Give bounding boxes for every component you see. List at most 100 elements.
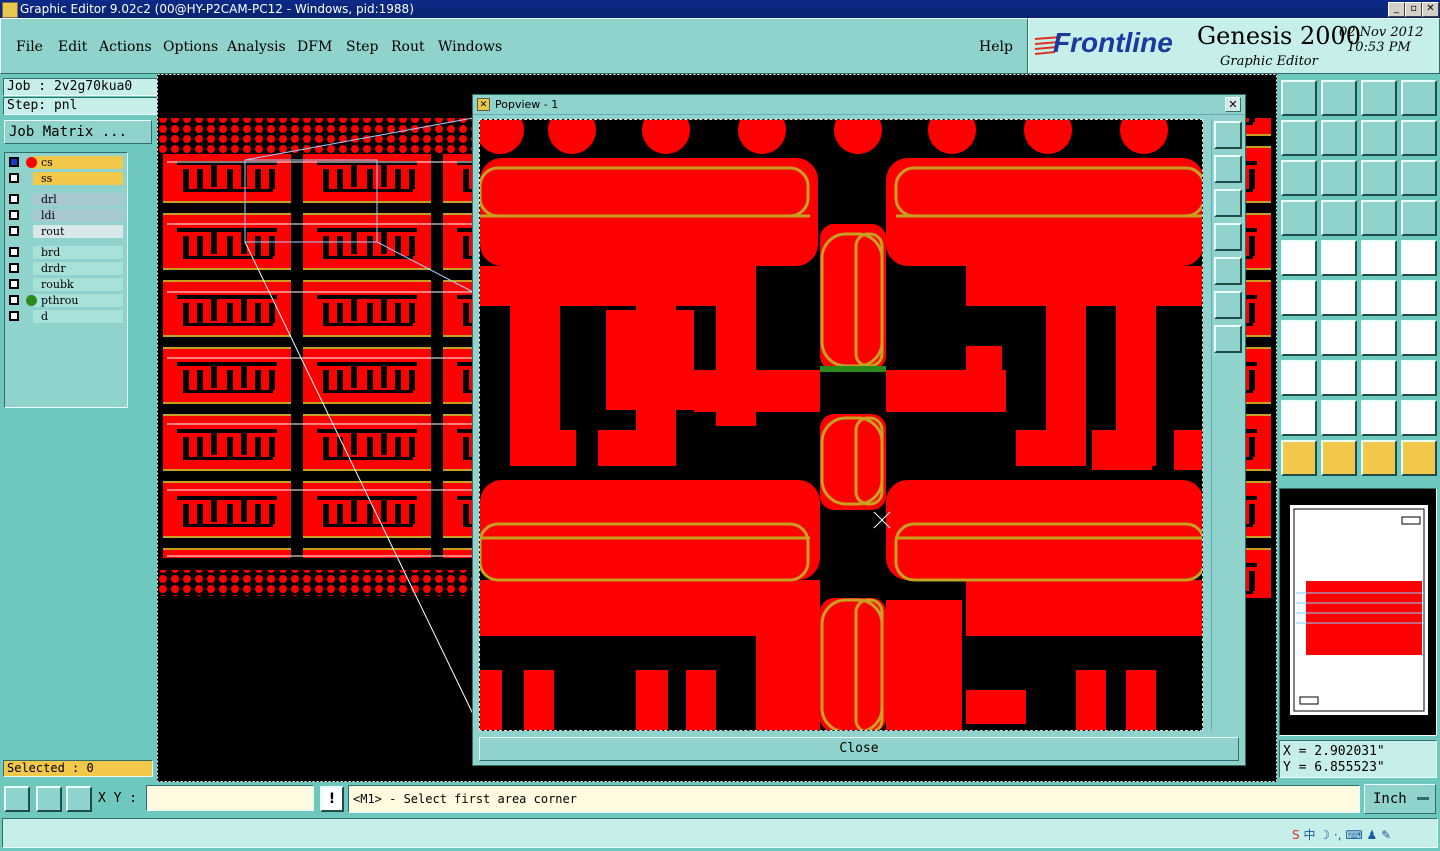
path-edit-icon[interactable] [1401,440,1437,476]
layer-compare-icon[interactable] [1361,200,1397,236]
pan-right-icon[interactable] [1321,120,1357,156]
pad-icon[interactable] [1401,240,1437,276]
layer-row-roubk[interactable]: roubk [8,278,123,291]
snap-grid-icon[interactable] [4,786,30,812]
layer-name[interactable]: ss [33,172,123,185]
undo-arc-icon[interactable] [1361,320,1397,356]
layer-checkbox[interactable] [9,194,19,204]
route-2-icon[interactable] [1401,400,1437,436]
draw-line-icon[interactable] [1281,320,1317,356]
popview-pan-up-icon[interactable] [1214,155,1242,183]
resize-icon[interactable] [1361,360,1397,396]
units-selector[interactable]: Inch [1364,784,1436,814]
layer-checkbox[interactable] [9,157,19,167]
help-icon[interactable] [1401,160,1437,196]
add-line-icon[interactable] [1361,280,1397,316]
pan-left-icon[interactable] [1281,120,1317,156]
layer-row-ss[interactable]: ss [8,172,123,185]
layer-checkbox[interactable] [9,247,19,257]
layer-name[interactable]: d [33,310,123,323]
layer-name[interactable]: rout [33,225,123,238]
maximize-button[interactable]: ▫ [1405,2,1422,17]
menu-help[interactable]: Help [979,39,1013,55]
grid-icon[interactable] [1321,200,1357,236]
layer-row-cs[interactable]: cs [8,156,123,169]
layer-name[interactable]: cs [33,156,123,169]
fit-profile-icon[interactable] [1321,160,1357,196]
layer-name[interactable]: drdr [33,262,123,275]
menu-edit[interactable]: Edit [58,39,87,55]
select-box-icon[interactable] [1321,440,1357,476]
menu-windows[interactable]: Windows [438,39,502,55]
layer-compare-2-icon[interactable] [1401,200,1437,236]
layer-row-drl[interactable]: drl [8,193,123,206]
popview-pan-down-icon[interactable] [1214,189,1242,217]
snap-cross-icon[interactable] [66,786,92,812]
fit-all-icon[interactable] [1281,160,1317,196]
display-settings-icon[interactable] [1281,200,1317,236]
overview-map[interactable] [1279,488,1437,736]
copy-icon[interactable] [1401,360,1437,396]
layer-checkbox[interactable] [9,210,19,220]
menu-rout[interactable]: Rout [391,39,425,55]
rotate-icon[interactable] [1361,120,1397,156]
layer-row-ldi[interactable]: ldi [8,209,123,222]
window-split-icon[interactable] [1401,80,1437,116]
popview-close-icon[interactable]: ✕ [1225,97,1241,112]
layer-name[interactable]: brd [33,246,123,259]
popview-zoom-out-icon[interactable] [1214,325,1242,353]
mirror-icon[interactable] [1401,120,1437,156]
layer-row-d[interactable]: d [8,310,123,323]
menu-dfm[interactable]: DFM [297,39,332,55]
layer-name[interactable]: roubk [33,278,123,291]
zoom-home-icon[interactable] [1281,80,1317,116]
layer-row-rout[interactable]: rout [8,225,123,238]
layer-row-drdr[interactable]: drdr [8,262,123,275]
ime-toolbar[interactable]: S 中 ☽ ·, ⌨ ♟ ✎ [1292,826,1436,844]
close-window-button[interactable]: ✕ [1422,2,1439,17]
layer-row-brd[interactable]: brd [8,246,123,259]
home-icon[interactable] [1361,80,1397,116]
layer-name[interactable]: ldi [33,209,123,222]
layer-checkbox[interactable] [9,295,19,305]
popview-pan-right-icon[interactable] [1214,257,1242,285]
job-matrix-button[interactable]: Job Matrix ... [4,120,152,144]
cut-icon[interactable] [1321,360,1357,396]
menu-step[interactable]: Step [346,39,378,55]
xy-input[interactable] [146,785,314,811]
zoom-1-2-icon[interactable] [1361,160,1397,196]
layer-row-pthrou[interactable]: pthrou [8,294,123,307]
text-edit-icon[interactable] [1401,320,1437,356]
snap-angle-icon[interactable] [36,786,62,812]
popview-pan-left-icon[interactable] [1214,223,1242,251]
ruler-icon[interactable] [1361,240,1397,276]
layer-checkbox[interactable] [9,263,19,273]
layer-checkbox[interactable] [9,226,19,236]
menu-actions[interactable]: Actions [99,39,152,55]
measure-icon[interactable] [1321,240,1357,276]
pointer-icon[interactable] [1281,440,1317,476]
select-feature-icon[interactable] [1281,240,1317,276]
snap-center-icon[interactable] [1321,280,1357,316]
layer-name[interactable]: pthrou [33,294,123,307]
menu-options[interactable]: Options [163,39,218,55]
popview-canvas[interactable] [479,119,1203,731]
add-arc-icon[interactable] [1401,280,1437,316]
warning-icon[interactable] [1321,400,1357,436]
select-point-icon[interactable] [1361,440,1397,476]
menu-analysis[interactable]: Analysis [227,39,286,55]
layer-name[interactable]: drl [33,193,123,206]
alert-icon[interactable]: ! [320,786,344,812]
connect-icon[interactable] [1281,280,1317,316]
edit-line-icon[interactable] [1321,320,1357,356]
move-feature-icon[interactable] [1281,360,1317,396]
popview-zoom-in-icon[interactable] [1214,291,1242,319]
triangle-icon[interactable] [1281,400,1317,436]
layer-checkbox[interactable] [9,173,19,183]
menu-file[interactable]: File [16,39,43,55]
minimize-button[interactable]: _ [1388,2,1405,17]
layer-checkbox[interactable] [9,311,19,321]
pan-down-icon[interactable] [1321,80,1357,116]
popview-close-button[interactable]: Close [479,737,1239,761]
layer-checkbox[interactable] [9,279,19,289]
